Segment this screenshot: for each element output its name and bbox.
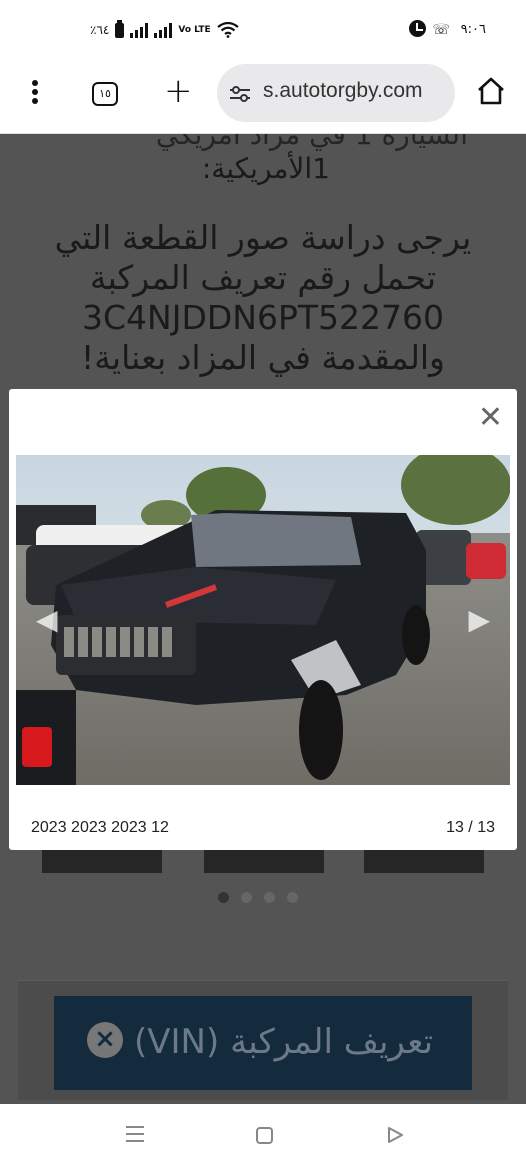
- wifi-icon: [216, 22, 239, 38]
- heading-partial: السيارة 1 في مزاد امريكي: [155, 134, 468, 151]
- vehicle-photo[interactable]: ◀ ▶: [16, 455, 510, 785]
- image-counter: 13 / 13: [446, 819, 495, 836]
- image-caption: 2023 2023 2023 12: [31, 819, 169, 836]
- thumbnail-strip: [42, 849, 484, 873]
- nav-back-icon[interactable]: [386, 1126, 404, 1144]
- image-lightbox: ✕ ◀ ▶ 2023 2023 2023 12 13 / 13: [9, 389, 517, 850]
- volte-badge: Vo LTE: [178, 25, 211, 35]
- thumbnail[interactable]: [364, 849, 484, 873]
- tune-icon[interactable]: [229, 86, 251, 102]
- chevron-left-icon[interactable]: ◀: [36, 603, 58, 636]
- battery-icon: [115, 19, 125, 38]
- vin-button[interactable]: × تعريف المركبة (VIN): [54, 996, 472, 1090]
- close-circle-icon[interactable]: ×: [87, 1022, 123, 1058]
- status-left-group: ٪٦٤ Vo LTE: [90, 19, 239, 38]
- status-time: ٩:٠٦: [460, 22, 486, 37]
- home-icon[interactable]: [476, 76, 506, 106]
- battery-percent: ٪٦٤: [90, 23, 110, 37]
- url-text: s.autotorgby.com: [263, 79, 423, 102]
- plus-icon[interactable]: +: [164, 74, 193, 108]
- vehicle-photo-image: [16, 455, 510, 785]
- thumbnail[interactable]: [42, 849, 162, 873]
- menu-icon[interactable]: [28, 80, 42, 110]
- call-icon: ☏: [432, 22, 450, 38]
- signal-icon: [154, 22, 173, 38]
- browser-toolbar: ١٥ + s.autotorgby.com: [0, 62, 526, 134]
- alarm-icon: [409, 20, 426, 37]
- status-bar: ٪٦٤ Vo LTE ☏ ٩:٠٦: [0, 0, 526, 62]
- nav-recents-icon[interactable]: [126, 1126, 144, 1144]
- system-nav-bar: [0, 1104, 526, 1169]
- vin-button-label: تعريف المركبة (VIN): [134, 1022, 434, 1062]
- nav-home-icon[interactable]: [256, 1127, 273, 1144]
- tabs-icon[interactable]: ١٥: [92, 82, 118, 106]
- vin-instructions: يرجى دراسة صور القطعة التي تحمل رقم تعري…: [54, 218, 472, 377]
- close-icon[interactable]: ✕: [478, 403, 503, 433]
- chevron-right-icon[interactable]: ▶: [468, 603, 490, 636]
- address-bar[interactable]: s.autotorgby.com: [217, 64, 455, 122]
- thumbnail[interactable]: [204, 849, 324, 873]
- signal-icon: [130, 22, 149, 38]
- heading-line: 1الأمريكية:: [201, 152, 330, 185]
- carousel-dots: [218, 892, 298, 903]
